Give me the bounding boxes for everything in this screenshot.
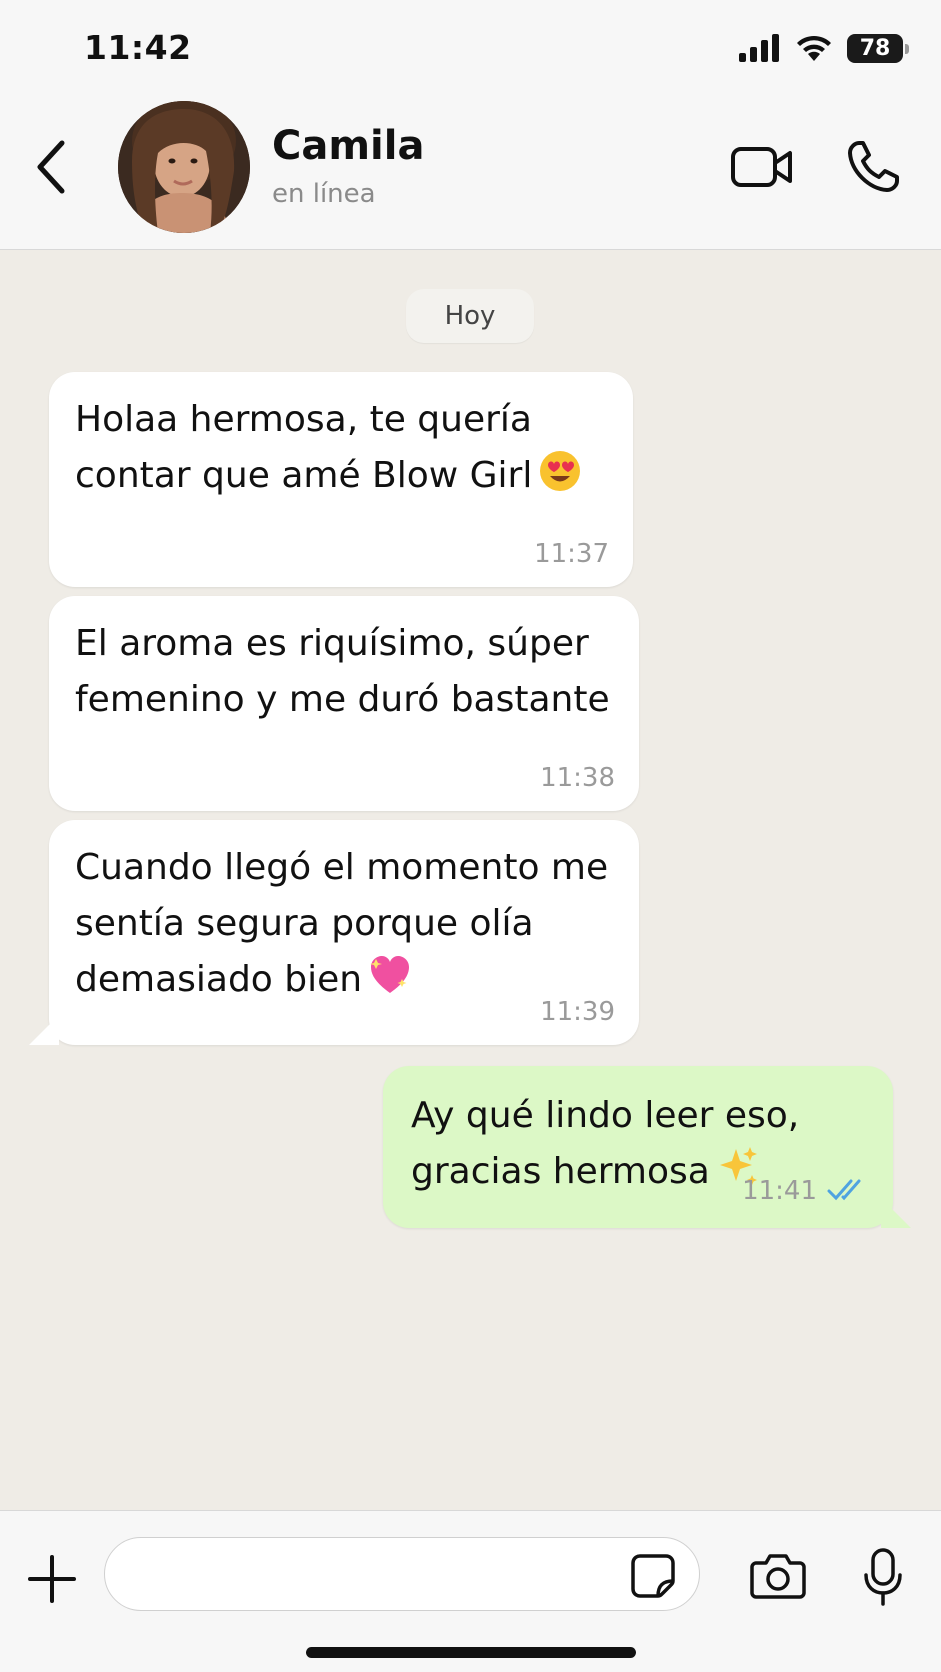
message-bubble-incoming[interactable]: El aroma es riquísimo, súper femenino y … bbox=[49, 596, 639, 811]
message-time: 11:41 bbox=[742, 1176, 817, 1206]
camera-icon[interactable] bbox=[750, 1551, 806, 1601]
avatar[interactable] bbox=[118, 101, 250, 233]
status-bar: 11:42 78 bbox=[0, 0, 941, 95]
chevron-left-icon[interactable] bbox=[28, 135, 72, 199]
chat-area[interactable]: Hoy Holaa hermosa, te quería contar que … bbox=[0, 251, 941, 1509]
message-text: Cuando llegó el momento me sentía segura… bbox=[75, 847, 609, 1000]
message-bubble-incoming[interactable]: Holaa hermosa, te quería contar que amé … bbox=[49, 372, 633, 587]
message-input[interactable] bbox=[104, 1537, 700, 1611]
message-time: 11:38 bbox=[540, 763, 615, 793]
wifi-icon bbox=[797, 35, 831, 61]
microphone-icon[interactable] bbox=[862, 1547, 904, 1607]
avatar-image bbox=[118, 101, 250, 233]
sparkling-heart-emoji bbox=[370, 956, 410, 993]
status-time: 11:42 bbox=[84, 28, 192, 67]
input-bar bbox=[0, 1510, 941, 1672]
home-indicator bbox=[306, 1647, 636, 1658]
double-check-icon bbox=[827, 1179, 861, 1201]
contact-status: en línea bbox=[272, 179, 376, 209]
battery-level: 78 bbox=[859, 35, 891, 61]
date-chip: Hoy bbox=[406, 289, 534, 343]
heart-eyes-emoji bbox=[540, 451, 581, 491]
video-camera-icon[interactable] bbox=[730, 143, 794, 191]
battery-icon: 78 bbox=[847, 33, 909, 63]
status-icons: 78 bbox=[739, 30, 909, 66]
message-time: 11:39 bbox=[540, 997, 615, 1027]
contact-name[interactable]: Camila bbox=[272, 123, 424, 169]
message-text: El aroma es riquísimo, súper femenino y … bbox=[75, 623, 610, 720]
message-time: 11:37 bbox=[534, 539, 609, 569]
message-text: Holaa hermosa, te quería contar que amé … bbox=[75, 399, 533, 496]
plus-icon[interactable] bbox=[26, 1553, 78, 1605]
signal-icon bbox=[739, 34, 779, 62]
sticker-icon[interactable] bbox=[630, 1553, 676, 1599]
chat-header: Camila en línea bbox=[0, 95, 941, 250]
phone-icon[interactable] bbox=[845, 139, 901, 195]
message-bubble-incoming[interactable]: Cuando llegó el momento me sentía segura… bbox=[49, 820, 639, 1045]
message-bubble-outgoing[interactable]: Ay qué lindo leer eso, gracias hermosa 1… bbox=[383, 1066, 893, 1228]
